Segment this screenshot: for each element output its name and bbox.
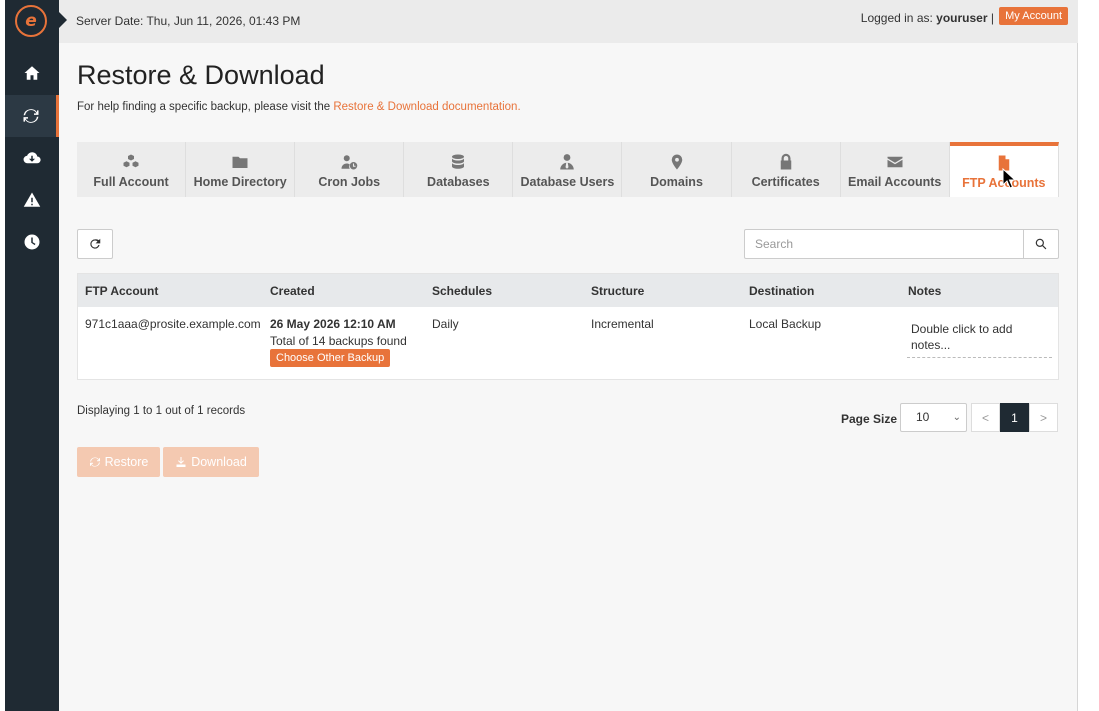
tab-label: Email Accounts: [848, 175, 942, 189]
tab-full-account[interactable]: Full Account: [77, 142, 187, 197]
sidebar-item-home[interactable]: [5, 52, 59, 94]
restore-button[interactable]: Restore: [77, 447, 160, 477]
prev-page-button[interactable]: <: [971, 403, 1000, 432]
tab-certificates[interactable]: Certificates: [731, 142, 841, 197]
page-size-label: Page Size: [841, 412, 898, 426]
user-tie-icon: [558, 153, 576, 171]
created-date: 26 May 2026 12:10 AM: [270, 317, 396, 331]
logo-mark: e: [25, 11, 37, 31]
clock-icon: [24, 234, 40, 250]
column-header[interactable]: Structure: [591, 284, 644, 298]
separator: |: [990, 11, 994, 25]
refresh-icon: [90, 238, 101, 249]
window-margin: [1078, 0, 1099, 711]
tab-email-accounts[interactable]: Email Accounts: [840, 142, 950, 197]
column-header[interactable]: Notes: [908, 284, 941, 298]
help-text-label: For help finding a specific backup, plea…: [77, 101, 331, 113]
backups-count: Total of 14 backups found: [270, 334, 407, 348]
app-window: e Server Date: Thu, Jun 11, 2026, 01:43 …: [0, 0, 1078, 711]
table-header: FTP Account Created Schedules Structure …: [78, 274, 1058, 307]
tab-databases[interactable]: Databases: [404, 142, 514, 197]
sidebar-item-schedule[interactable]: [5, 221, 59, 263]
envelope-icon: [886, 153, 904, 171]
column-header[interactable]: FTP Account: [85, 284, 158, 298]
page-size-value: 10: [916, 410, 930, 424]
page-1-button[interactable]: 1: [1000, 403, 1029, 432]
refresh-icon: [23, 109, 38, 123]
tab-label: Home Directory: [193, 175, 287, 189]
chevron-down-icon: ⌄: [952, 412, 961, 423]
download-button[interactable]: Download: [163, 447, 259, 477]
choose-other-backup-button[interactable]: Choose Other Backup: [270, 349, 391, 367]
next-page-button[interactable]: >: [1029, 403, 1058, 432]
logged-in-prefix: Logged in as:: [860, 11, 933, 25]
logo-pointer: [59, 12, 67, 28]
logged-in-status: Logged in as: youruser |: [861, 11, 994, 25]
sidebar-item-backups[interactable]: [5, 137, 59, 179]
refresh-icon: [89, 457, 100, 467]
column-header[interactable]: Destination: [749, 284, 814, 298]
lock-icon: [777, 153, 795, 171]
tab-bar: Full Account Home Directory Cron Jobs Da…: [77, 142, 1059, 197]
sidebar-item-restore[interactable]: [5, 95, 59, 137]
column-header[interactable]: Created: [270, 284, 315, 298]
column-header[interactable]: Schedules: [432, 284, 492, 298]
home-icon: [24, 66, 40, 80]
notes-field[interactable]: Double click to add notes...: [907, 321, 1052, 358]
tab-home-directory[interactable]: Home Directory: [186, 142, 296, 197]
download-icon: [176, 457, 186, 467]
tab-domains[interactable]: Domains: [622, 142, 732, 197]
records-info: Displaying 1 to 1 out of 1 records: [77, 405, 246, 417]
documentation-link[interactable]: Restore & Download documentation.: [333, 101, 520, 113]
warning-icon: [23, 192, 41, 207]
schedule-cell: Daily: [432, 317, 459, 331]
tab-label: Certificates: [751, 175, 820, 189]
tab-label: Cron Jobs: [318, 175, 381, 189]
help-text: For help finding a specific backup, plea…: [77, 101, 521, 113]
sidebar: e: [0, 0, 59, 711]
page-size-select[interactable]: 10 ⌄: [900, 403, 967, 432]
tab-database-users[interactable]: Database Users: [513, 142, 623, 197]
logo[interactable]: e: [15, 5, 47, 37]
folder-icon: [231, 153, 249, 171]
ftp-accounts-table: FTP Account Created Schedules Structure …: [77, 273, 1059, 380]
refresh-button[interactable]: [77, 229, 113, 259]
download-label: Download: [191, 455, 247, 469]
ftp-account-cell: 971c1aaa@prosite.example.com: [85, 317, 261, 331]
database-icon: [449, 153, 467, 171]
tab-label: Domains: [650, 175, 703, 189]
search-button[interactable]: [1023, 229, 1059, 259]
cubes-icon: [122, 153, 140, 171]
cloud-download-icon: [23, 152, 41, 164]
top-bar: Server Date: Thu, Jun 11, 2026, 01:43 PM…: [59, 0, 1078, 43]
map-marker-icon: [668, 153, 686, 171]
search-icon: [1035, 238, 1047, 250]
structure-cell: Incremental: [591, 317, 654, 331]
tab-label: Database Users: [520, 175, 615, 189]
created-date-cell: 26 May 2026 12:10 AM: [270, 317, 396, 331]
my-account-button[interactable]: My Account: [999, 7, 1068, 25]
tab-label: Databases: [427, 175, 490, 189]
restore-label: Restore: [104, 455, 149, 469]
username: youruser: [936, 11, 988, 25]
search-input[interactable]: [744, 229, 1024, 259]
destination-cell: Local Backup: [749, 317, 822, 331]
tab-cron-jobs[interactable]: Cron Jobs: [295, 142, 405, 197]
tab-label: Full Account: [93, 175, 169, 189]
user-clock-icon: [340, 153, 358, 171]
sidebar-item-alerts[interactable]: [5, 179, 59, 221]
page-title: Restore & Download: [77, 60, 325, 90]
server-date: Server Date: Thu, Jun 11, 2026, 01:43 PM: [76, 14, 301, 28]
mouse-cursor-icon: [1002, 168, 1017, 189]
